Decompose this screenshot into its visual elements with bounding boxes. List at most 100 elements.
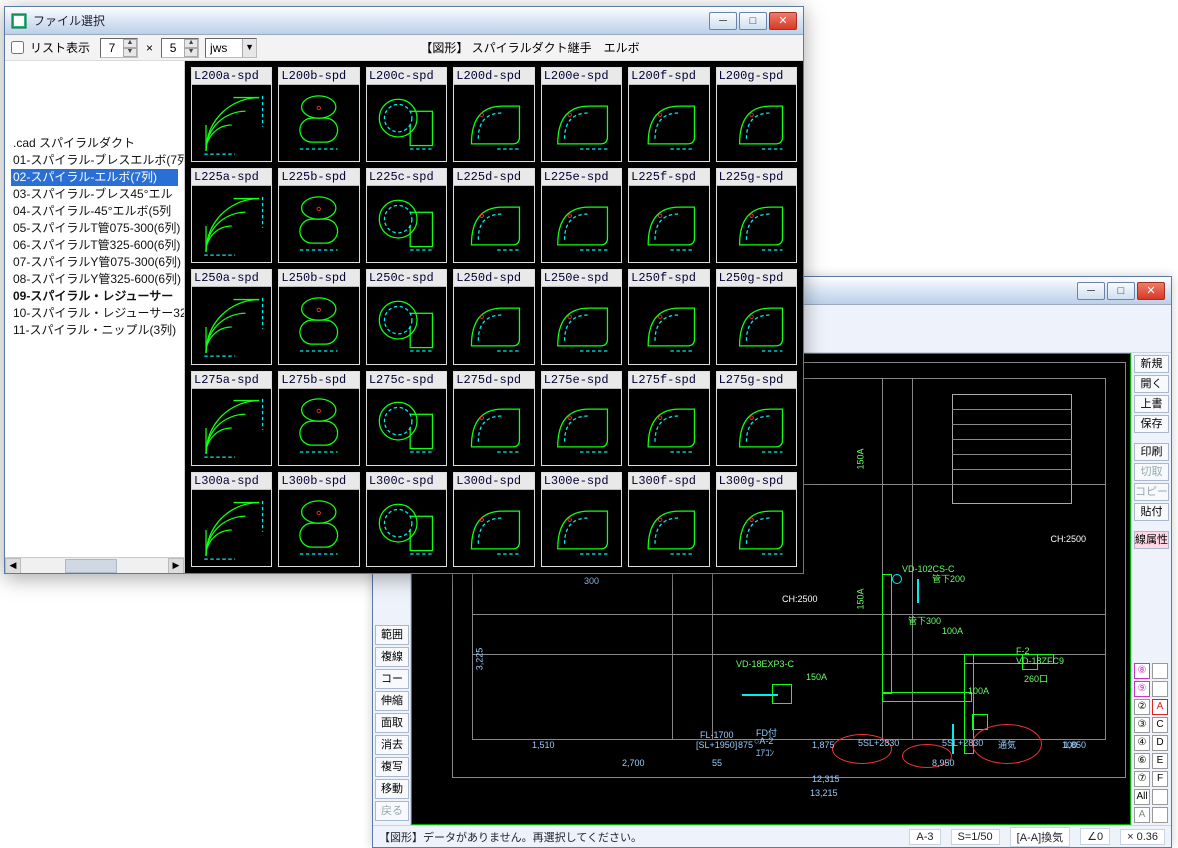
rows-spinner[interactable]: ▲▼ xyxy=(100,38,138,58)
ext-input[interactable] xyxy=(206,39,242,57)
tree-item[interactable]: 09-スパイラル・レジューサー xyxy=(11,288,178,305)
thumbnail-cell[interactable]: L275g-spd xyxy=(716,371,797,466)
thumbnail-cell[interactable]: L275f-spd xyxy=(628,371,709,466)
status-zoom[interactable]: × 0.36 xyxy=(1120,829,1165,845)
thumbnail-cell[interactable]: L275c-spd xyxy=(366,371,447,466)
layer-cell[interactable]: ④ xyxy=(1134,735,1150,751)
tool-chamfer[interactable]: 面取 xyxy=(375,713,409,733)
layer-cell[interactable]: D xyxy=(1152,735,1168,751)
tool-back[interactable]: 戻る xyxy=(375,801,409,821)
scroll-right-icon[interactable]: ▶ xyxy=(168,558,184,574)
rows-up-icon[interactable]: ▲ xyxy=(123,39,137,48)
rows-down-icon[interactable]: ▼ xyxy=(123,48,137,57)
thumbnail-cell[interactable]: L300a-spd xyxy=(191,472,272,567)
layer-cell[interactable]: C xyxy=(1152,717,1168,733)
thumbnail-cell[interactable]: L200c-spd xyxy=(366,67,447,162)
thumbnail-cell[interactable]: L225a-spd xyxy=(191,168,272,263)
tree-item[interactable]: 04-スパイラル-45°エルボ(5列 xyxy=(11,203,178,220)
thumbnail-cell[interactable]: L300c-spd xyxy=(366,472,447,567)
layer-cell[interactable]: ⑥ xyxy=(1134,753,1150,769)
tree-item[interactable]: 05-スパイラルT管075-300(6列) xyxy=(11,220,178,237)
cols-up-icon[interactable]: ▲ xyxy=(184,39,198,48)
cols-spinner[interactable]: ▲▼ xyxy=(161,38,199,58)
thumbnail-cell[interactable]: L200b-spd xyxy=(278,67,359,162)
thumbnail-cell[interactable]: L275e-spd xyxy=(541,371,622,466)
scroll-left-icon[interactable]: ◀ xyxy=(5,558,21,574)
scroll-thumb[interactable] xyxy=(65,559,116,573)
layer-cell[interactable]: All xyxy=(1134,789,1150,805)
thumbnail-cell[interactable]: L200f-spd xyxy=(628,67,709,162)
tool-range[interactable]: 範囲 xyxy=(375,625,409,645)
ext-combo[interactable]: ▼ xyxy=(205,38,257,58)
tree-item[interactable]: 11-スパイラル・ニップル(3列) xyxy=(11,322,178,339)
layer-cell[interactable] xyxy=(1152,663,1168,679)
thumbnail-cell[interactable]: L225c-spd xyxy=(366,168,447,263)
folder-tree[interactable]: .cad スパイラルダクト01-スパイラル-ブレスエルボ(7列02-スパイラル-… xyxy=(5,61,185,573)
dialog-close-button[interactable]: ✕ xyxy=(769,12,797,30)
dialog-minimize-button[interactable]: ─ xyxy=(709,12,737,30)
tree-item[interactable]: 02-スパイラル-エルボ(7列) xyxy=(11,169,178,186)
rt-print[interactable]: 印刷 xyxy=(1134,443,1169,461)
rt-new[interactable]: 新規 xyxy=(1134,355,1169,373)
thumbnail-cell[interactable]: L225g-spd xyxy=(716,168,797,263)
layer-cell[interactable]: ⑧ xyxy=(1134,663,1150,679)
thumbnail-cell[interactable]: L200g-spd xyxy=(716,67,797,162)
close-button[interactable]: ✕ xyxy=(1137,282,1165,300)
thumbnail-cell[interactable]: L250d-spd xyxy=(453,269,534,364)
rt-save2[interactable]: 保存 xyxy=(1134,415,1169,433)
status-scale[interactable]: S=1/50 xyxy=(951,829,1000,845)
thumbnail-cell[interactable]: L300f-spd xyxy=(628,472,709,567)
thumbnail-cell[interactable]: L200d-spd xyxy=(453,67,534,162)
tree-item[interactable]: 03-スパイラル-ブレス45°エル xyxy=(11,186,178,203)
layer-cell[interactable]: F xyxy=(1152,771,1168,787)
thumbnail-cell[interactable]: L300b-spd xyxy=(278,472,359,567)
thumbnail-cell[interactable]: L200a-spd xyxy=(191,67,272,162)
maximize-button[interactable]: □ xyxy=(1107,282,1135,300)
tool-copy[interactable]: 複写 xyxy=(375,757,409,777)
thumbnail-cell[interactable]: L250a-spd xyxy=(191,269,272,364)
layer-cell[interactable]: ⑨ xyxy=(1134,681,1150,697)
rt-open[interactable]: 開く xyxy=(1134,375,1169,393)
rt-paste[interactable]: 貼付 xyxy=(1134,503,1169,521)
tool-corner[interactable]: コーナー xyxy=(375,669,409,689)
tree-item[interactable]: 10-スパイラル・レジューサー325 xyxy=(11,305,178,322)
thumbnail-cell[interactable]: L300d-spd xyxy=(453,472,534,567)
layer-cell[interactable]: ⑦ xyxy=(1134,771,1150,787)
cols-input[interactable] xyxy=(162,39,184,57)
thumbnail-cell[interactable]: L300e-spd xyxy=(541,472,622,567)
layer-cell[interactable]: A xyxy=(1152,699,1168,715)
thumbnail-cell[interactable]: L225b-spd xyxy=(278,168,359,263)
thumbnail-cell[interactable]: L225f-spd xyxy=(628,168,709,263)
status-layer[interactable]: [A-A]換気 xyxy=(1010,827,1070,847)
thumbnail-cell[interactable]: L200e-spd xyxy=(541,67,622,162)
tree-item[interactable]: .cad スパイラルダクト xyxy=(11,135,178,152)
rows-input[interactable] xyxy=(101,39,123,57)
chevron-down-icon[interactable]: ▼ xyxy=(242,39,256,57)
status-angle[interactable]: ∠0 xyxy=(1080,828,1110,845)
layer-cell[interactable]: A xyxy=(1134,807,1150,823)
thumbnail-cell[interactable]: L250e-spd xyxy=(541,269,622,364)
list-view-checkbox[interactable] xyxy=(11,41,24,54)
tool-erase[interactable]: 消去 xyxy=(375,735,409,755)
minimize-button[interactable]: ─ xyxy=(1077,282,1105,300)
tree-item[interactable]: 08-スパイラルY管325-600(6列) xyxy=(11,271,178,288)
layer-cell[interactable] xyxy=(1152,807,1168,823)
layer-cell[interactable]: ③ xyxy=(1134,717,1150,733)
layer-cell[interactable] xyxy=(1152,789,1168,805)
thumbnail-cell[interactable]: L275b-spd xyxy=(278,371,359,466)
tree-item[interactable]: 01-スパイラル-ブレスエルボ(7列 xyxy=(11,152,178,169)
rt-cut[interactable]: 切取 xyxy=(1134,463,1169,481)
thumbnail-cell[interactable]: L225e-spd xyxy=(541,168,622,263)
dialog-maximize-button[interactable]: □ xyxy=(739,12,767,30)
tool-fukusen[interactable]: 複線 xyxy=(375,647,409,667)
layer-cell[interactable]: E xyxy=(1152,753,1168,769)
thumbnail-cell[interactable]: L300g-spd xyxy=(716,472,797,567)
tree-item[interactable]: 07-スパイラルY管075-300(6列) xyxy=(11,254,178,271)
rt-copy[interactable]: コピー xyxy=(1134,483,1169,501)
status-sheet[interactable]: A-3 xyxy=(909,829,940,845)
thumbnail-cell[interactable]: L275d-spd xyxy=(453,371,534,466)
rt-save1[interactable]: 上書 xyxy=(1134,395,1169,413)
thumbnail-cell[interactable]: L275a-spd xyxy=(191,371,272,466)
cols-down-icon[interactable]: ▼ xyxy=(184,48,198,57)
tool-move[interactable]: 移動 xyxy=(375,779,409,799)
